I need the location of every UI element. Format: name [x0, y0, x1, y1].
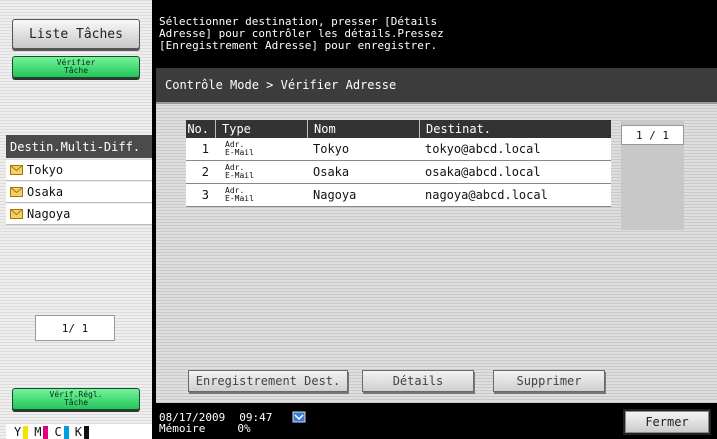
delete-button[interactable]: Supprimer: [493, 370, 605, 392]
status-time: 09:47: [239, 410, 273, 424]
envelope-icon: [10, 165, 23, 175]
toner-c-label: C: [54, 425, 62, 439]
toner-c-bar: [63, 426, 69, 439]
memory-label: Mémoire: [159, 422, 206, 435]
row-dest: tokyo@abcd.local: [425, 142, 541, 156]
memory-value: 0%: [237, 422, 251, 435]
type-line-2: E-Mail: [225, 148, 254, 157]
verify-job-label-2: Tâche: [63, 66, 89, 75]
multi-dest-list: Tokyo Osaka Nagoya: [6, 160, 152, 226]
address-table: No. Type Nom Destinat. 1 Adr. E-Mail Toky…: [186, 120, 611, 207]
dest-item[interactable]: Nagoya: [6, 204, 152, 225]
row-dest: osaka@abcd.local: [425, 165, 541, 179]
toner-m-label: M: [34, 425, 42, 439]
page-indicator: 1 / 1: [621, 125, 684, 145]
header-type: Type: [215, 120, 307, 138]
toner-y-label: Y: [14, 425, 22, 439]
table-row[interactable]: 2 Adr. E-Mail Osaka osaka@abcd.local: [186, 161, 611, 184]
dest-item-label: Nagoya: [27, 207, 71, 221]
status-bar: 08/17/2009 09:47 Mémoire 0%: [159, 411, 459, 439]
header-nom: Nom: [307, 120, 419, 138]
breadcrumb: Contrôle Mode > Vérifier Adresse: [156, 68, 717, 104]
main-panel: Contrôle Mode > Vérifier Adresse 1 / 1 N…: [156, 68, 717, 403]
table-row[interactable]: 3 Adr. E-Mail Nagoya nagoya@abcd.local: [186, 184, 611, 207]
envelope-icon: [10, 209, 23, 219]
row-no: 2: [201, 165, 209, 179]
envelope-icon: [10, 187, 23, 197]
header-no: No.: [187, 122, 209, 136]
table-header: No. Type Nom Destinat.: [186, 120, 611, 138]
type-line-2: E-Mail: [225, 171, 254, 180]
row-dest: nagoya@abcd.local: [425, 188, 548, 202]
dest-item[interactable]: Tokyo: [6, 160, 152, 181]
details-button[interactable]: Détails: [362, 370, 474, 392]
close-button[interactable]: Fermer: [623, 409, 711, 435]
dest-item-label: Osaka: [27, 185, 64, 199]
row-no: 3: [201, 188, 209, 202]
row-type: Adr. E-Mail: [215, 141, 307, 157]
row-nom: Nagoya: [313, 188, 357, 202]
screen: Liste Tâches Vérifier Tâche Destin.Multi…: [0, 0, 717, 439]
toner-k-label: K: [74, 425, 82, 439]
type-line-2: E-Mail: [225, 194, 254, 203]
dest-item-label: Tokyo: [27, 163, 64, 177]
verify-job-button[interactable]: Vérifier Tâche: [12, 56, 140, 78]
header-dest: Destinat.: [419, 120, 611, 138]
toner-m: M: [34, 425, 49, 439]
left-panel: Liste Tâches Vérifier Tâche Destin.Multi…: [0, 0, 152, 439]
table-row[interactable]: 1 Adr. E-Mail Tokyo tokyo@abcd.local: [186, 138, 611, 161]
toner-y: Y: [14, 425, 29, 439]
toner-k-bar: [83, 426, 89, 439]
register-dest-button[interactable]: Enregistrement Dest.: [188, 370, 348, 392]
toner-k: K: [75, 425, 89, 439]
row-type: Adr. E-Mail: [215, 164, 307, 180]
row-nom: Tokyo: [313, 142, 350, 156]
toner-c: C: [54, 425, 69, 439]
row-no: 1: [201, 142, 209, 156]
dest-page-indicator: 1/ 1: [35, 315, 115, 341]
toner-y-bar: [23, 426, 29, 439]
dest-item[interactable]: Osaka: [6, 182, 152, 203]
row-type: Adr. E-Mail: [215, 187, 307, 203]
status-date: 08/17/2009: [159, 410, 226, 424]
toner-levels: Y M C K: [6, 424, 152, 439]
job-list-button[interactable]: Liste Tâches: [12, 19, 140, 49]
verify-settings-label-2: Tâche: [63, 398, 89, 407]
verify-settings-button[interactable]: Vérif.Régl. Tâche: [12, 388, 140, 410]
instruction-message: Sélectionner destination, presser [Détai…: [159, 15, 444, 52]
toner-m-bar: [43, 426, 49, 439]
row-nom: Osaka: [313, 165, 350, 179]
multi-dest-header: Destin.Multi-Diff.: [6, 135, 152, 158]
network-status-icon: [292, 411, 306, 423]
